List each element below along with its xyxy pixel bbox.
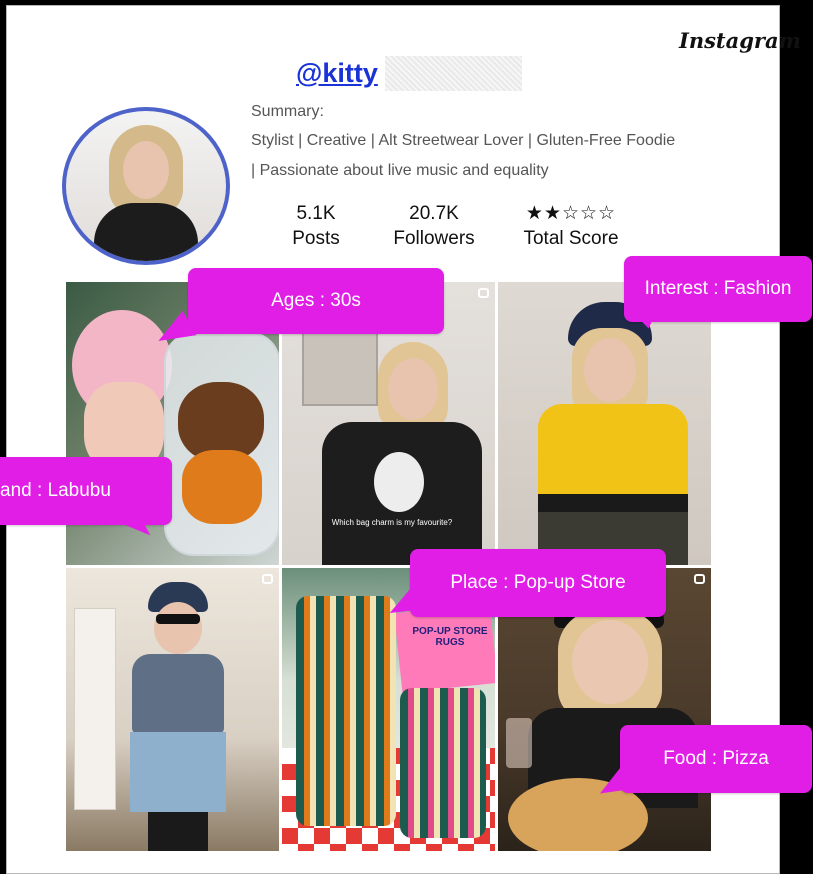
stat-total-score: ★★☆☆☆ Total Score — [512, 202, 630, 252]
avatar-face — [123, 141, 169, 199]
rug-stack-right — [400, 688, 486, 838]
score-stars-icon: ★★☆☆☆ — [525, 203, 617, 224]
person-face — [388, 358, 438, 420]
reel-icon — [478, 288, 489, 298]
stat-followers-value: 20.7K — [409, 203, 459, 224]
sunglasses — [156, 614, 200, 624]
summary-line-2: | Passionate about live music and equali… — [251, 162, 549, 179]
instagram-logo: Instagram — [679, 28, 801, 53]
summary-line-1: Stylist | Creative | Alt Streetwear Love… — [251, 132, 676, 149]
avatar[interactable] — [62, 107, 230, 265]
drink-glass — [506, 718, 532, 768]
post-caption: Which bag charm is my favourite? — [331, 518, 453, 527]
tshirt-print — [374, 452, 424, 512]
person-face — [584, 338, 636, 402]
boots — [148, 812, 208, 851]
callout-brand: and : Labubu — [0, 457, 172, 525]
redacted-handle-blur — [385, 56, 522, 91]
denim-top — [132, 654, 224, 734]
post-tile[interactable] — [66, 568, 279, 851]
summary-label: Summary: — [251, 103, 324, 120]
profile-handle-link[interactable]: @kitty — [296, 58, 378, 89]
store-sign-text: POP-UP STORE RUGS — [412, 626, 488, 648]
stat-posts-label: Posts — [292, 228, 340, 249]
stat-followers[interactable]: 20.7K Followers — [384, 202, 484, 252]
person-face — [572, 620, 648, 704]
callout-food: Food : Pizza — [620, 725, 812, 793]
reel-icon — [262, 574, 273, 584]
stat-posts[interactable]: 5.1K Posts — [280, 202, 352, 252]
person-face — [154, 602, 202, 654]
reel-icon — [694, 574, 705, 584]
denim-shorts — [130, 732, 226, 812]
post-tile[interactable] — [498, 282, 711, 565]
toy-pumpkin-body — [182, 450, 262, 524]
stat-score-label: Total Score — [523, 228, 619, 249]
callout-place: Place : Pop-up Store — [410, 549, 666, 617]
avatar-body — [94, 203, 198, 261]
doorframe — [74, 608, 116, 810]
belt — [538, 494, 688, 512]
rug-stack-left — [296, 596, 396, 826]
stat-posts-value: 5.1K — [296, 203, 336, 224]
callout-ages: Ages : 30s — [188, 268, 444, 334]
stat-followers-label: Followers — [393, 228, 475, 249]
